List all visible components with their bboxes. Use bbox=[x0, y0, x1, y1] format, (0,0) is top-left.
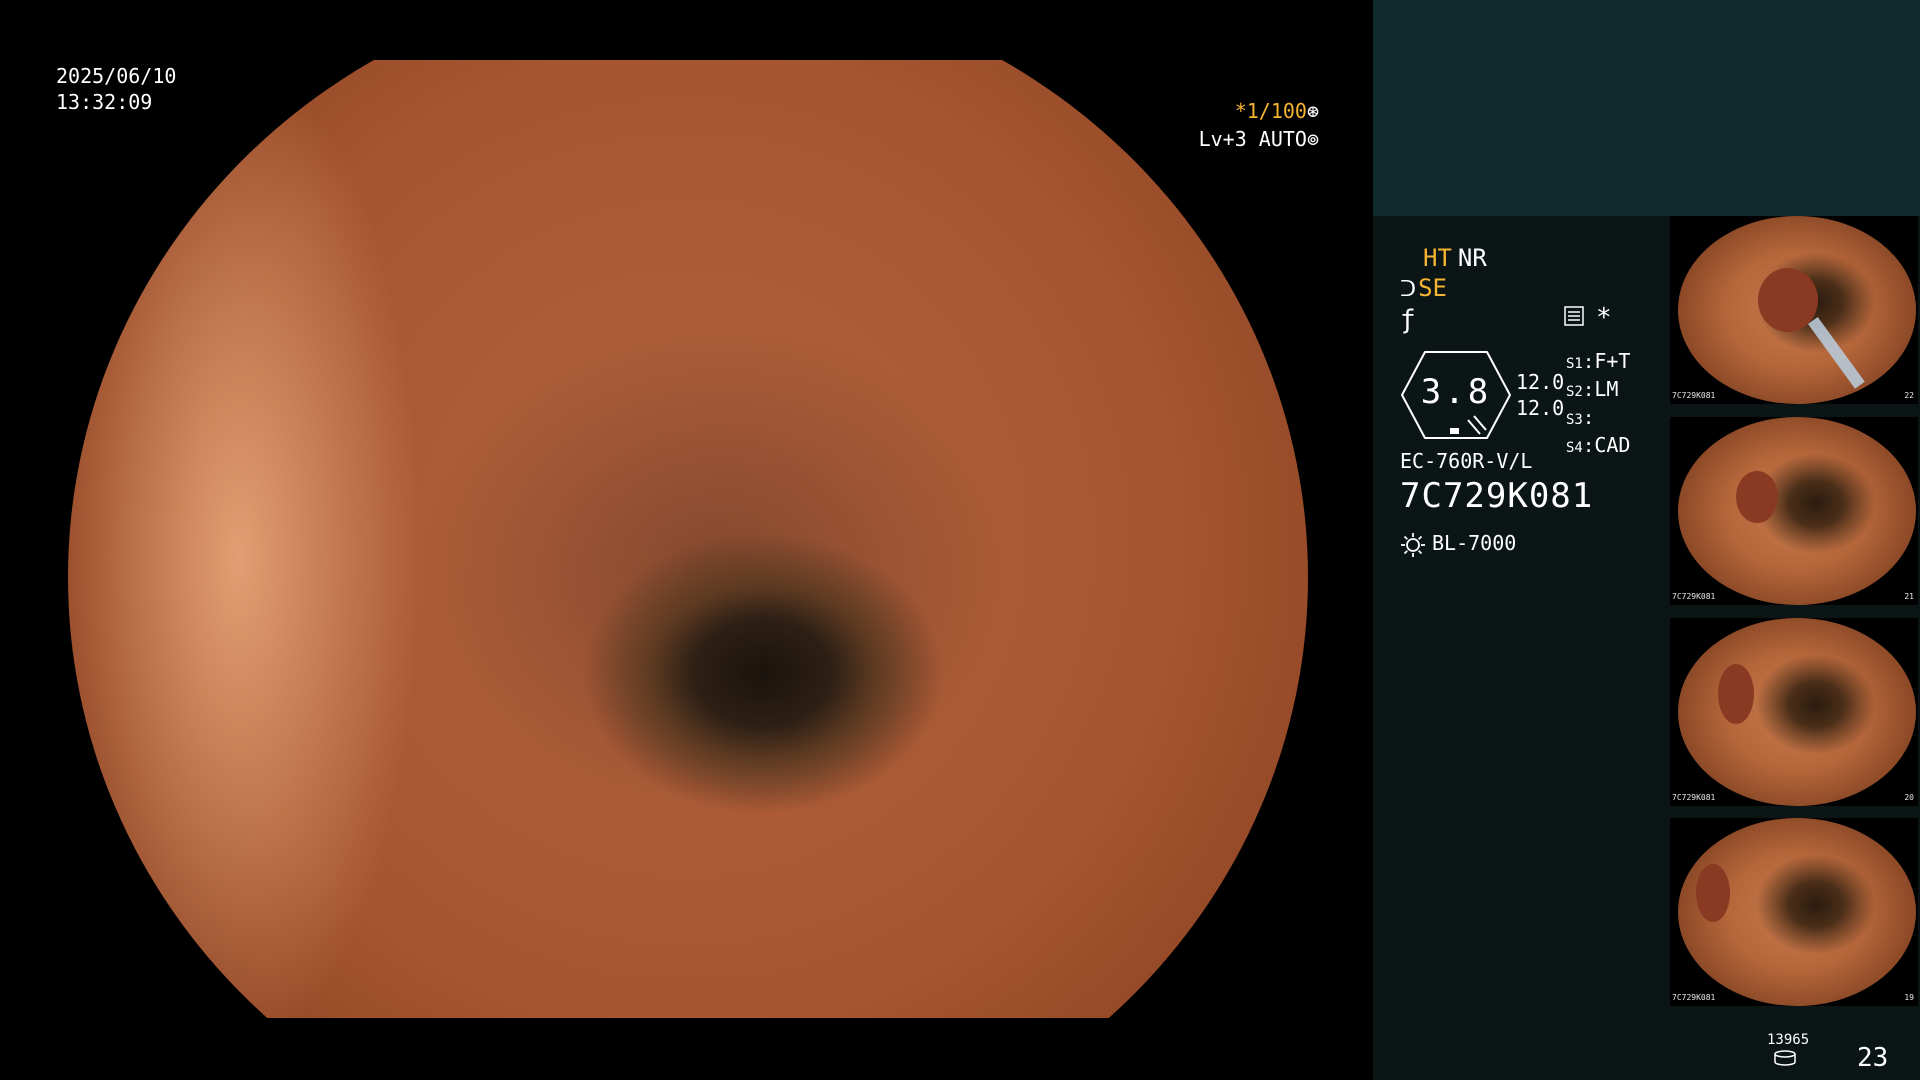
zoom-sub-2: 12.0 bbox=[1516, 396, 1565, 420]
s-settings-list: S1:F+T S2:LM S3: S4:CAD bbox=[1566, 349, 1630, 461]
asterisk-icon: * bbox=[1596, 303, 1612, 333]
gamma-icon: ƒ bbox=[1400, 305, 1416, 335]
scope-model: EC-760R-V/L bbox=[1400, 449, 1533, 473]
zoom-indicator: 3.8 bbox=[1400, 350, 1512, 440]
time-text: 13:32:09 bbox=[56, 90, 153, 114]
thumbnail-meta: 7C729K081 bbox=[1672, 993, 1716, 1002]
se-label: SE bbox=[1418, 274, 1447, 302]
nr-label: NR bbox=[1457, 244, 1487, 272]
polyp-mark bbox=[1736, 471, 1778, 523]
zoom-sub-1: 12.0 bbox=[1516, 370, 1565, 394]
aperture-icon: ⊛ bbox=[1306, 99, 1319, 123]
thumbnail-number: 22 bbox=[1904, 391, 1914, 400]
ht-nr-row: HT NR bbox=[1423, 244, 1487, 272]
thumbnail-number: 19 bbox=[1904, 993, 1914, 1002]
date-text: 2025/06/10 bbox=[56, 64, 177, 88]
polyp-mark bbox=[1696, 864, 1730, 922]
image-counter: 13965 bbox=[1767, 1032, 1810, 1048]
main-endoscope-view: 2025/06/10 13:32:09 *1/100⊛ Lv+3 AUTO⊚ bbox=[0, 0, 1373, 1080]
page-number: 23 bbox=[1857, 1043, 1889, 1073]
thumbnail-meta: 7C729K081 bbox=[1672, 592, 1716, 601]
scope-serial: 7C729K081 bbox=[1400, 476, 1594, 516]
light-source-icon bbox=[1401, 532, 1425, 557]
light-source-row: BL-7000 bbox=[1400, 531, 1516, 558]
s-item: S2:LM bbox=[1566, 377, 1619, 401]
storage-icon bbox=[1774, 1050, 1796, 1066]
thumbnail-meta: 7C729K081 bbox=[1672, 793, 1716, 802]
s-item: S1:F+T bbox=[1566, 349, 1631, 373]
structure-enhance-icon: ᑐ bbox=[1400, 277, 1417, 302]
thumbnail[interactable]: 7C729K081 21 bbox=[1670, 417, 1918, 605]
thumbnail[interactable]: 7C729K081 20 bbox=[1670, 618, 1918, 806]
light-source-label: BL-7000 bbox=[1432, 531, 1517, 555]
endoscope-image bbox=[68, 60, 1308, 1018]
iris-mode: Lv+3 AUTO⊚ bbox=[1199, 127, 1319, 151]
thumbnail-number: 21 bbox=[1904, 592, 1914, 601]
thumbnail-number: 20 bbox=[1904, 793, 1914, 802]
iris-icon: ⊚ bbox=[1306, 127, 1319, 151]
s-item: S3: bbox=[1566, 407, 1595, 429]
thumbnail[interactable]: 7C729K081 22 bbox=[1670, 216, 1918, 404]
shutter-speed: *1/100⊛ bbox=[1235, 99, 1319, 123]
thumbnail-image bbox=[1678, 618, 1916, 806]
ht-label: HT bbox=[1423, 244, 1452, 272]
panel-top-band bbox=[1373, 0, 1920, 216]
polyp-mark bbox=[1718, 664, 1754, 724]
thumbnail-image bbox=[1678, 417, 1916, 605]
thumbnail-meta: 7C729K081 bbox=[1672, 391, 1716, 400]
s-item: S4:CAD bbox=[1566, 433, 1631, 457]
se-row: ᑐSE bbox=[1400, 274, 1447, 302]
shutter-text: *1/100 bbox=[1234, 99, 1307, 123]
thumbnail[interactable]: 7C729K081 19 bbox=[1670, 818, 1918, 1006]
datetime: 2025/06/10 13:32:09 bbox=[56, 63, 176, 115]
zoom-value: 3.8 bbox=[1420, 372, 1492, 412]
iris-text: Lv+3 AUTO bbox=[1198, 127, 1307, 151]
settings-list-icon bbox=[1564, 306, 1584, 326]
